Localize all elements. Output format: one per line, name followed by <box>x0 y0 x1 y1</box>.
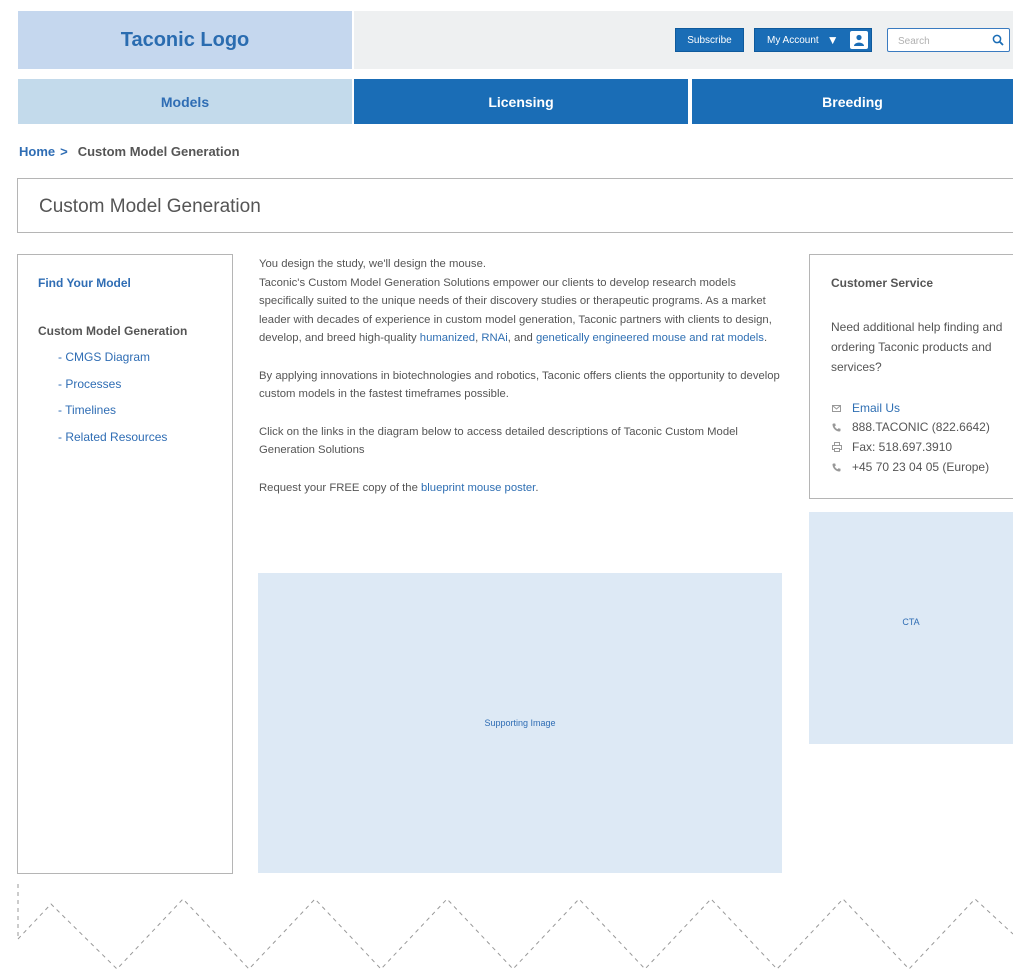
request-text: Request your FREE copy of the <box>259 481 422 494</box>
sidebar: Find Your Model Custom Model Generation … <box>17 254 233 874</box>
biotech-paragraph: By applying innovations in biotechnologi… <box>259 369 780 401</box>
envelope-icon <box>831 403 842 414</box>
genetically-engineered-link[interactable]: genetically engineered mouse and rat mod… <box>536 332 764 344</box>
sidebar-item-timelines[interactable]: - Timelines <box>58 403 116 417</box>
sidebar-item-cmgs-diagram[interactable]: - CMGS Diagram <box>58 350 150 364</box>
and-text: , and <box>507 332 536 344</box>
caret-down-icon: ▼ <box>826 33 839 47</box>
poster-paragraph: Request your FREE copy of the blueprint … <box>259 479 789 498</box>
user-icon[interactable] <box>850 31 868 49</box>
search-box[interactable] <box>887 28 1010 52</box>
utility-bar: Subscribe My Account ▼ <box>354 11 1013 69</box>
logo[interactable]: Taconic Logo <box>121 29 250 52</box>
fax-row: Fax: 518.697.3910 <box>831 440 952 454</box>
breadcrumb-current: Custom Model Generation <box>77 144 240 159</box>
intro-paragraph: You design the study, we'll design the m… <box>259 255 789 348</box>
tagline: You design the study, we'll design the m… <box>259 258 486 270</box>
phone-icon <box>831 422 842 433</box>
breadcrumb: Home > Custom Model Generation <box>19 144 240 159</box>
customer-service-heading: Customer Service <box>831 276 934 290</box>
period-text: . <box>763 332 768 344</box>
rnai-link[interactable]: RNAi <box>481 332 507 344</box>
page-title: Custom Model Generation <box>39 196 261 217</box>
europe-phone-row: +45 70 23 04 05 (Europe) <box>831 460 989 474</box>
sidebar-item-processes[interactable]: - Processes <box>58 377 121 391</box>
phone-icon <box>831 462 842 473</box>
humanized-link[interactable]: humanized <box>420 332 475 344</box>
request-end: . <box>535 481 539 494</box>
search-icon[interactable] <box>992 33 1004 51</box>
customer-service-panel: Customer Service Need additional help fi… <box>809 254 1013 499</box>
sidebar-heading: Custom Model Generation <box>38 324 188 338</box>
customer-service-text: Need additional help finding and orderin… <box>831 320 1003 374</box>
nav-models[interactable]: Models <box>18 79 352 124</box>
cta-block[interactable]: CTA <box>809 512 1013 744</box>
logo-area[interactable]: Taconic Logo <box>18 11 352 69</box>
phone-number: 888.TACONIC (822.6642) <box>852 420 990 434</box>
fax-number: Fax: 518.697.3910 <box>852 440 953 454</box>
cta-label: CTA <box>902 617 920 627</box>
diagram-paragraph: Click on the links in the diagram below … <box>259 425 738 457</box>
email-row[interactable]: Email Us <box>831 401 900 415</box>
email-us-link[interactable]: Email Us <box>852 401 900 415</box>
breadcrumb-separator: > <box>60 144 68 159</box>
supporting-image-label: Supporting Image <box>484 718 556 728</box>
europe-phone-number: +45 70 23 04 05 (Europe) <box>852 460 990 474</box>
fax-icon <box>831 442 842 453</box>
nav-licensing[interactable]: Licensing <box>354 79 688 124</box>
my-account-button[interactable]: My Account ▼ <box>754 28 872 52</box>
my-account-label: My Account <box>767 34 819 46</box>
subscribe-button[interactable]: Subscribe <box>675 28 744 52</box>
sidebar-find-your-model[interactable]: Find Your Model <box>38 276 131 290</box>
search-input[interactable] <box>896 30 992 52</box>
main-content: You design the study, we'll design the m… <box>259 255 789 516</box>
blueprint-poster-link[interactable]: blueprint mouse poster <box>421 482 535 494</box>
page-continuation-divider <box>17 884 1013 969</box>
breadcrumb-home[interactable]: Home <box>19 144 55 159</box>
supporting-image: Supporting Image <box>258 573 782 873</box>
sidebar-item-related-resources[interactable]: - Related Resources <box>58 430 167 444</box>
page-title-box: Custom Model Generation <box>17 178 1013 233</box>
nav-breeding[interactable]: Breeding <box>692 79 1013 124</box>
phone-row: 888.TACONIC (822.6642) <box>831 420 990 434</box>
